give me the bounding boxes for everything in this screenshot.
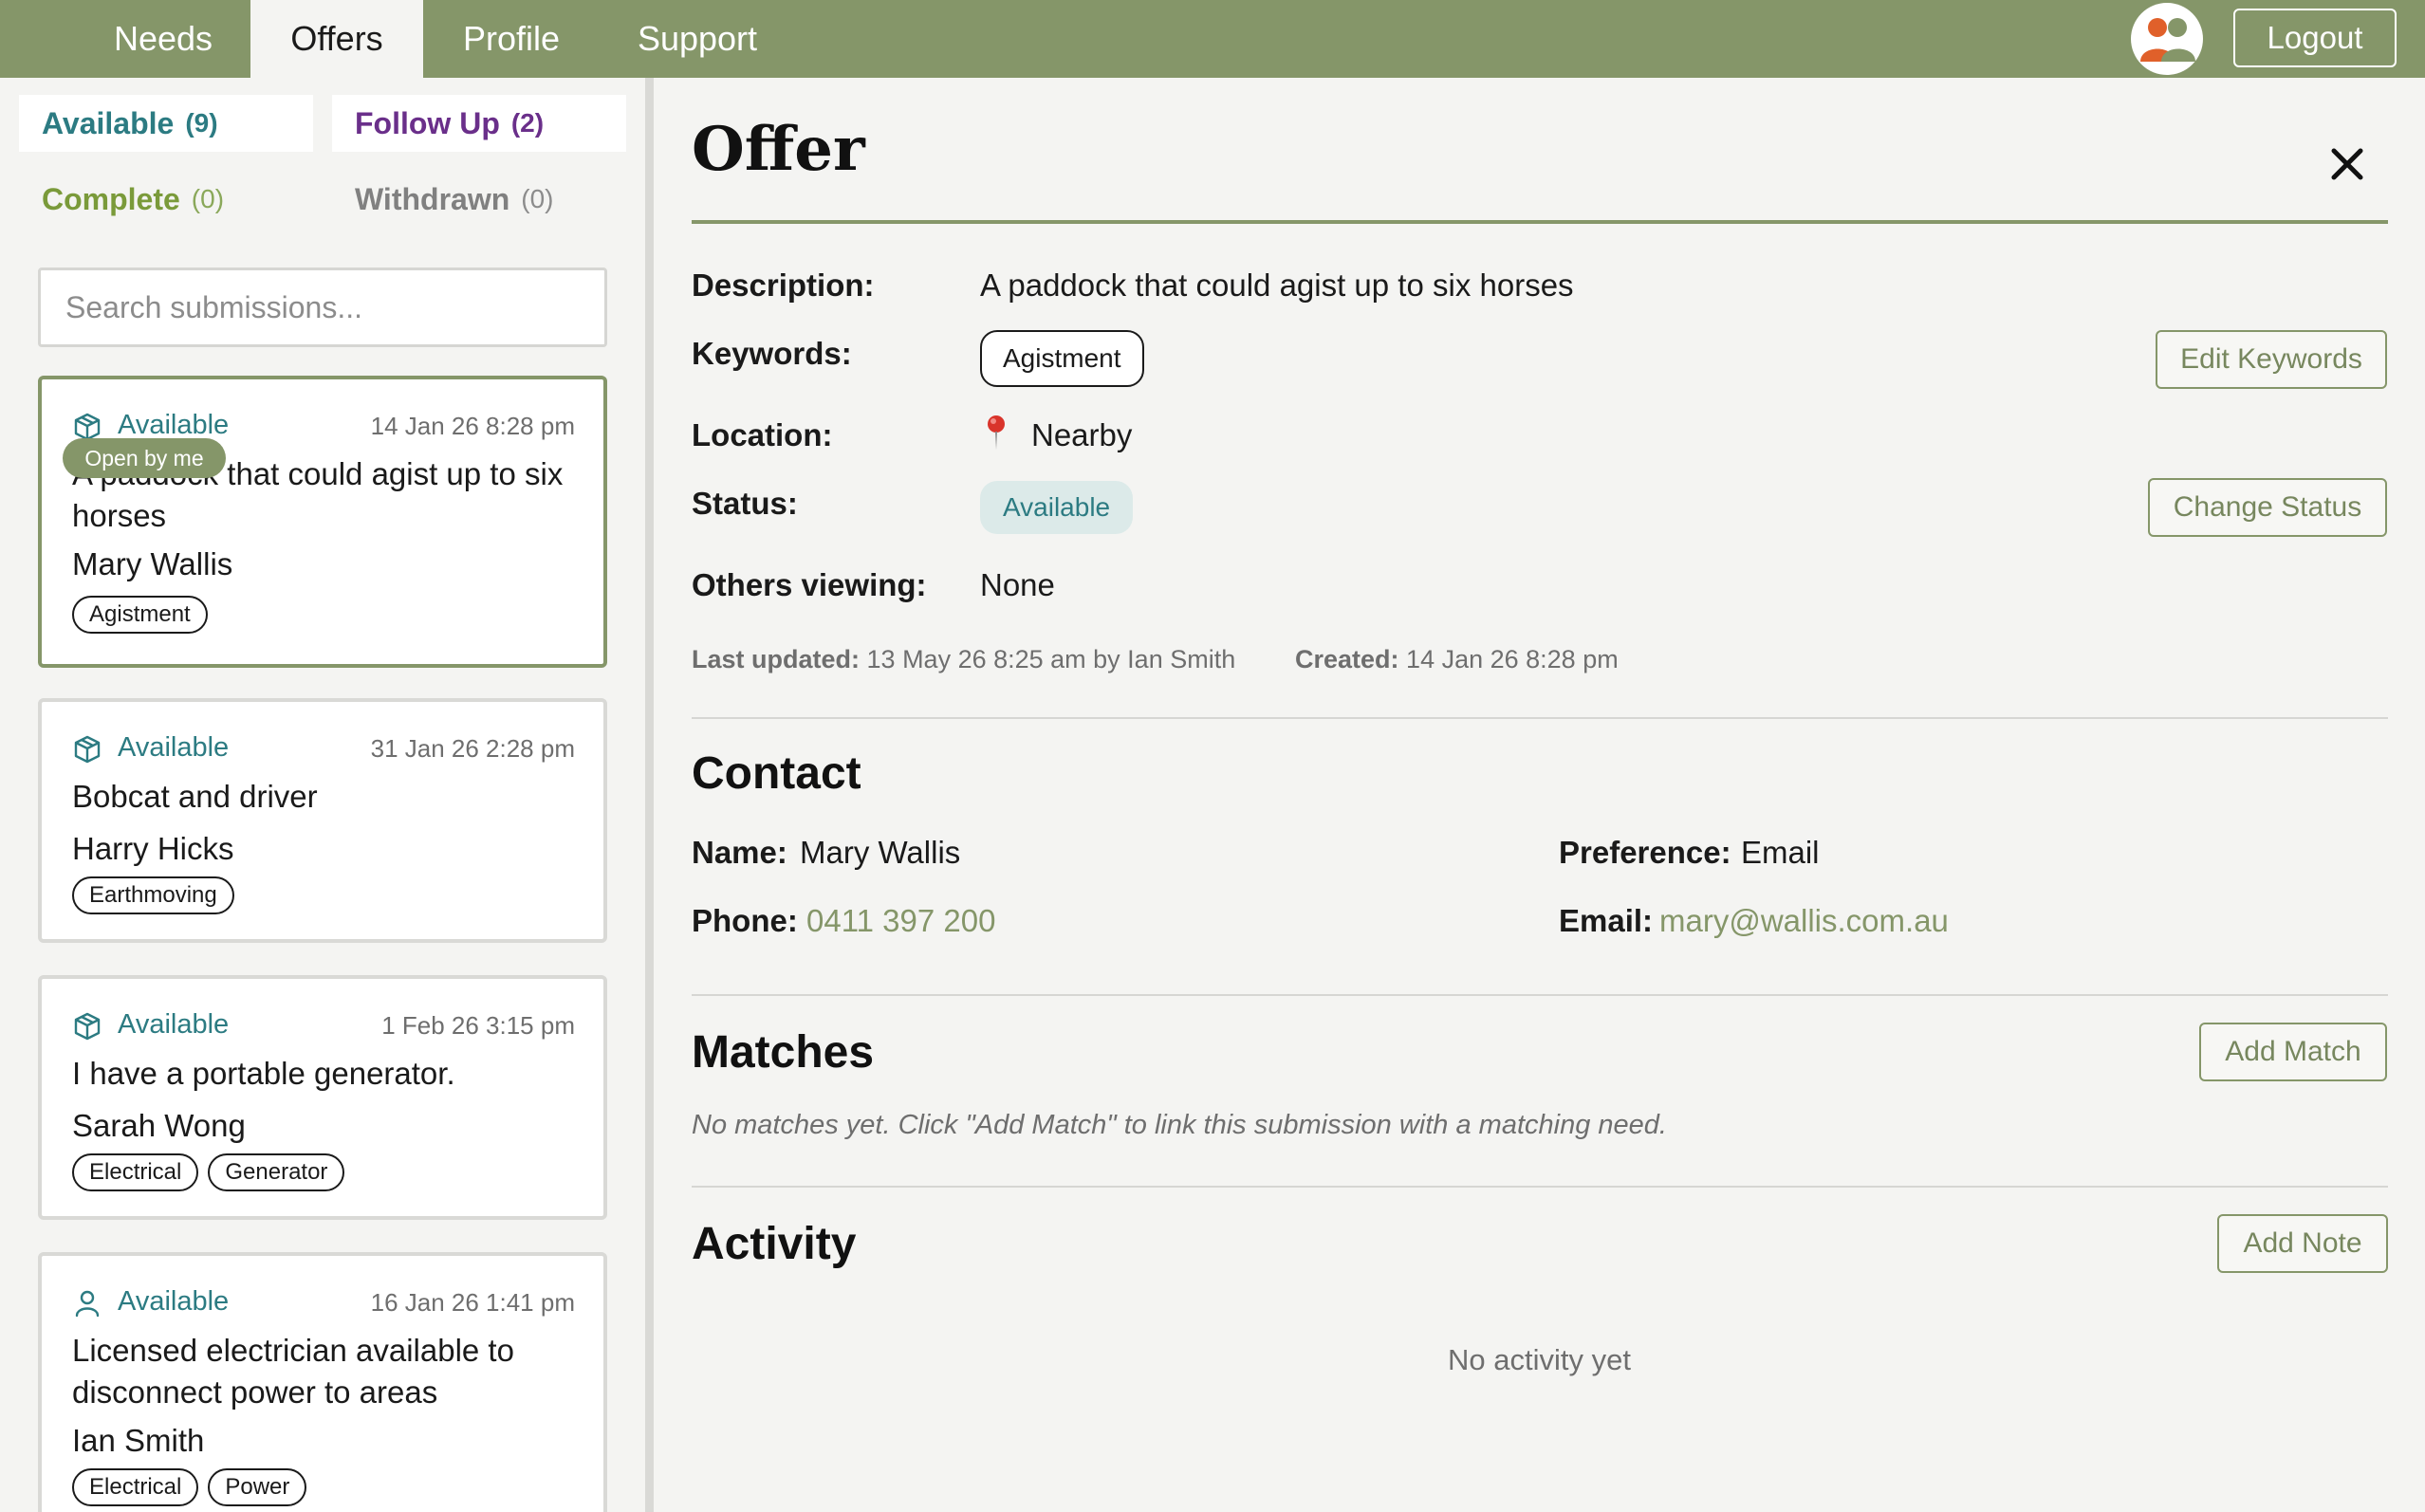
last-updated-value: 13 May 26 8:25 am by Ian Smith: [866, 645, 1236, 673]
avatar[interactable]: [2131, 3, 2203, 75]
others-viewing-label: Others viewing:: [692, 567, 927, 602]
tab-support[interactable]: Support: [617, 0, 778, 78]
card-status: Available: [118, 732, 230, 763]
card-title: I have a portable generator.: [72, 1056, 455, 1091]
card-tag: Electrical: [72, 1468, 199, 1506]
location-label: Location:: [692, 417, 833, 452]
card-tag: Agistment: [72, 596, 208, 634]
section-divider: [692, 717, 2388, 719]
page-title: Offer: [692, 114, 865, 185]
contact-phone-label: Phone:: [692, 903, 798, 938]
card-title: Bobcat and driver: [72, 779, 318, 814]
description-label: Description:: [692, 267, 875, 303]
filter-complete-label: Complete: [42, 181, 180, 216]
section-divider: [692, 1186, 2388, 1188]
filter-withdrawn-count: (0): [521, 184, 554, 213]
card-date: 1 Feb 26 3:15 pm: [381, 1011, 575, 1040]
last-updated-label: Last updated:: [692, 645, 861, 673]
title-divider: [692, 220, 2388, 224]
search-input[interactable]: [38, 267, 607, 347]
activity-heading: Activity: [692, 1219, 857, 1269]
card-person: Mary Wallis: [72, 546, 233, 581]
submission-card[interactable]: Available 1 Feb 26 3:15 pm I have a port…: [38, 975, 607, 1220]
description-value: A paddock that could agist up to six hor…: [980, 267, 1574, 303]
others-viewing-value: None: [980, 567, 1055, 602]
keyword-tag: Agistment: [980, 330, 1144, 387]
contact-preference-label: Preference:: [1559, 835, 1731, 870]
card-status: Available: [118, 1009, 230, 1040]
created-value: 14 Jan 26 8:28 pm: [1406, 645, 1619, 673]
filter-withdrawn[interactable]: Withdrawn (0): [332, 171, 626, 228]
card-date: 31 Jan 26 2:28 pm: [370, 734, 575, 763]
card-tag: Power: [208, 1468, 307, 1506]
matches-empty-text: No matches yet. Click "Add Match" to lin…: [692, 1110, 1667, 1140]
filter-follow-up-label: Follow Up: [355, 105, 500, 140]
top-nav-bar: Needs Offers Profile Support Logout: [0, 0, 2425, 78]
status-badge: Available: [980, 481, 1134, 534]
map-pin-icon: [988, 415, 1005, 450]
submission-card[interactable]: Available 31 Jan 26 2:28 pm Bobcat and d…: [38, 698, 607, 943]
contact-email-label: Email:: [1559, 903, 1654, 938]
contact-email-link[interactable]: mary@wallis.com.au: [1659, 903, 1949, 939]
filter-follow-up[interactable]: Follow Up (2): [332, 95, 626, 152]
tab-profile[interactable]: Profile: [446, 0, 577, 78]
logout-button[interactable]: Logout: [2233, 9, 2397, 67]
contact-name-value: Mary Wallis: [800, 835, 961, 870]
submission-sidebar: Available (9) Follow Up (2) Complete (0)…: [0, 78, 645, 1512]
submission-card[interactable]: Available 14 Jan 26 8:28 pm A paddock th…: [38, 376, 607, 668]
filter-follow-up-count: (2): [510, 108, 545, 138]
created-date: Created: 14 Jan 26 8:28 pm: [1295, 645, 1619, 674]
card-tag: Generator: [208, 1153, 345, 1191]
filter-complete[interactable]: Complete (0): [19, 171, 313, 228]
people-icon: [2140, 18, 2195, 62]
contact-preference-value: Email: [1741, 835, 1820, 870]
box-icon: [74, 1012, 101, 1041]
filter-complete-count: (0): [191, 184, 225, 213]
last-updated: Last updated: 13 May 26 8:25 am by Ian S…: [692, 645, 1235, 674]
change-status-button[interactable]: Change Status: [2148, 478, 2387, 537]
location-value: Nearby: [1031, 417, 1133, 452]
tab-offers[interactable]: Offers: [250, 0, 423, 78]
card-tag: Electrical: [72, 1153, 199, 1191]
card-date: 16 Jan 26 1:41 pm: [370, 1288, 575, 1317]
close-icon[interactable]: [2325, 142, 2369, 186]
matches-heading: Matches: [692, 1027, 875, 1078]
section-divider: [692, 994, 2388, 996]
edit-keywords-button[interactable]: Edit Keywords: [2156, 330, 2387, 389]
card-tag: Earthmoving: [72, 876, 234, 914]
filter-available[interactable]: Available (9): [19, 95, 313, 152]
contact-phone-link[interactable]: 0411 397 200: [806, 903, 995, 939]
filter-available-count: (9): [185, 108, 218, 138]
tab-needs[interactable]: Needs: [93, 0, 233, 78]
contact-heading: Contact: [692, 748, 861, 799]
add-note-button[interactable]: Add Note: [2217, 1214, 2388, 1273]
card-date: 14 Jan 26 8:28 pm: [370, 412, 575, 440]
activity-empty-text: No activity yet: [1448, 1343, 1631, 1376]
filter-available-label: Available: [42, 105, 175, 140]
sidebar-divider[interactable]: [645, 78, 654, 1512]
box-icon: [74, 735, 101, 764]
card-person: Sarah Wong: [72, 1108, 246, 1143]
offer-detail-panel: Offer Description: A paddock that could …: [654, 78, 2425, 1512]
submission-card[interactable]: Available 16 Jan 26 1:41 pm Licensed ele…: [38, 1252, 607, 1512]
card-status: Available: [118, 410, 230, 440]
contact-name-label: Name:: [692, 835, 787, 870]
person-icon: [75, 1290, 100, 1318]
filter-withdrawn-label: Withdrawn: [355, 181, 510, 216]
card-status: Available: [118, 1286, 230, 1317]
card-person: Ian Smith: [72, 1423, 205, 1458]
card-person: Harry Hicks: [72, 831, 234, 866]
keywords-label: Keywords:: [692, 336, 852, 371]
card-title: Licensed electrician available to discon…: [72, 1333, 514, 1410]
status-label: Status:: [692, 486, 798, 521]
created-label: Created:: [1295, 645, 1399, 673]
open-by-me-badge: Open by me: [63, 438, 226, 478]
add-match-button[interactable]: Add Match: [2199, 1023, 2387, 1081]
